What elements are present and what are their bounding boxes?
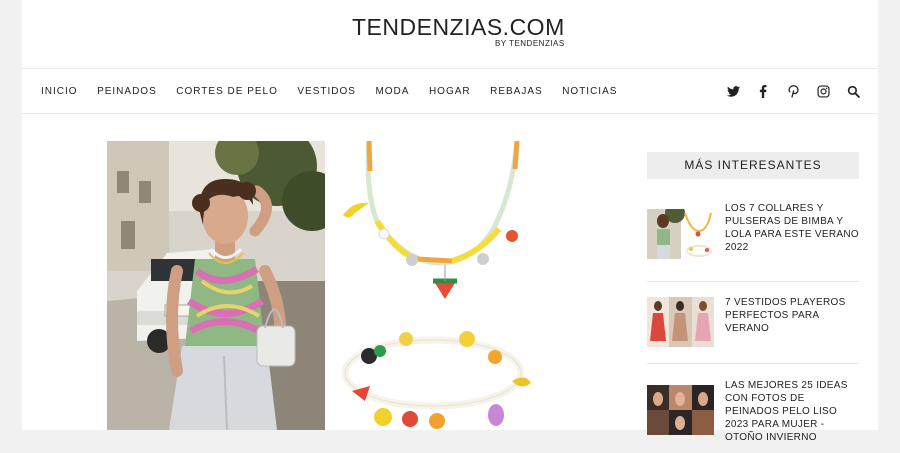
site-byline: BY TENDENZIAS xyxy=(494,39,565,48)
article-thumbnail[interactable] xyxy=(647,385,714,435)
nav-item-hogar[interactable]: HOGAR xyxy=(429,86,471,97)
sidebar-title: MÁS INTERESANTES xyxy=(647,152,859,179)
nav-item-rebajas[interactable]: REBAJAS xyxy=(490,86,543,97)
main-nav: INICIO PEINADOS CORTES DE PELO VESTIDOS … xyxy=(22,69,878,114)
article-title[interactable]: LAS MEJORES 25 IDEAS CON FOTOS DE PEINAD… xyxy=(725,379,859,444)
sidebar-article-1[interactable]: LOS 7 COLLARES Y PULSERAS DE BIMBA Y LOL… xyxy=(647,197,859,282)
article-thumbnail[interactable] xyxy=(647,297,714,347)
social-icons xyxy=(710,69,860,113)
site-title[interactable]: TENDENZIAS.COM xyxy=(352,14,565,40)
nav-item-moda[interactable]: MODA xyxy=(375,86,409,97)
search-icon[interactable] xyxy=(846,84,860,98)
article-thumbnail[interactable] xyxy=(647,209,714,259)
pinterest-icon[interactable] xyxy=(786,84,800,98)
nav-item-vestidos[interactable]: VESTIDOS xyxy=(297,86,356,97)
site-logo[interactable]: TENDENZIAS.COM BY TENDENZIAS xyxy=(352,14,565,48)
sidebar-article-2[interactable]: 7 VESTIDOS PLAYEROS PERFECTOS PARA VERAN… xyxy=(647,281,859,364)
page: TENDENZIAS.COM BY TENDENZIAS INICIO PEIN… xyxy=(22,0,878,443)
article-title[interactable]: 7 VESTIDOS PLAYEROS PERFECTOS PARA VERAN… xyxy=(725,296,859,335)
site-header: TENDENZIAS.COM BY TENDENZIAS xyxy=(22,0,878,69)
instagram-icon[interactable] xyxy=(816,84,830,98)
nav-item-cortes-de-pelo[interactable]: CORTES DE PELO xyxy=(176,86,278,97)
nav-item-peinados[interactable]: PEINADOS xyxy=(97,86,157,97)
featured-article-image[interactable] xyxy=(107,141,545,430)
article-title[interactable]: LOS 7 COLLARES Y PULSERAS DE BIMBA Y LOL… xyxy=(725,202,859,254)
nav-item-noticias[interactable]: NOTICIAS xyxy=(562,86,617,97)
sidebar: MÁS INTERESANTES LOS 7 COLLARES Y PULSER… xyxy=(647,152,859,443)
facebook-icon[interactable] xyxy=(756,84,770,98)
nav-item-inicio[interactable]: INICIO xyxy=(41,86,78,97)
twitter-icon[interactable] xyxy=(726,84,740,98)
nav-menu: INICIO PEINADOS CORTES DE PELO VESTIDOS … xyxy=(41,69,637,113)
sidebar-article-3[interactable]: LAS MEJORES 25 IDEAS CON FOTOS DE PEINAD… xyxy=(647,363,859,453)
